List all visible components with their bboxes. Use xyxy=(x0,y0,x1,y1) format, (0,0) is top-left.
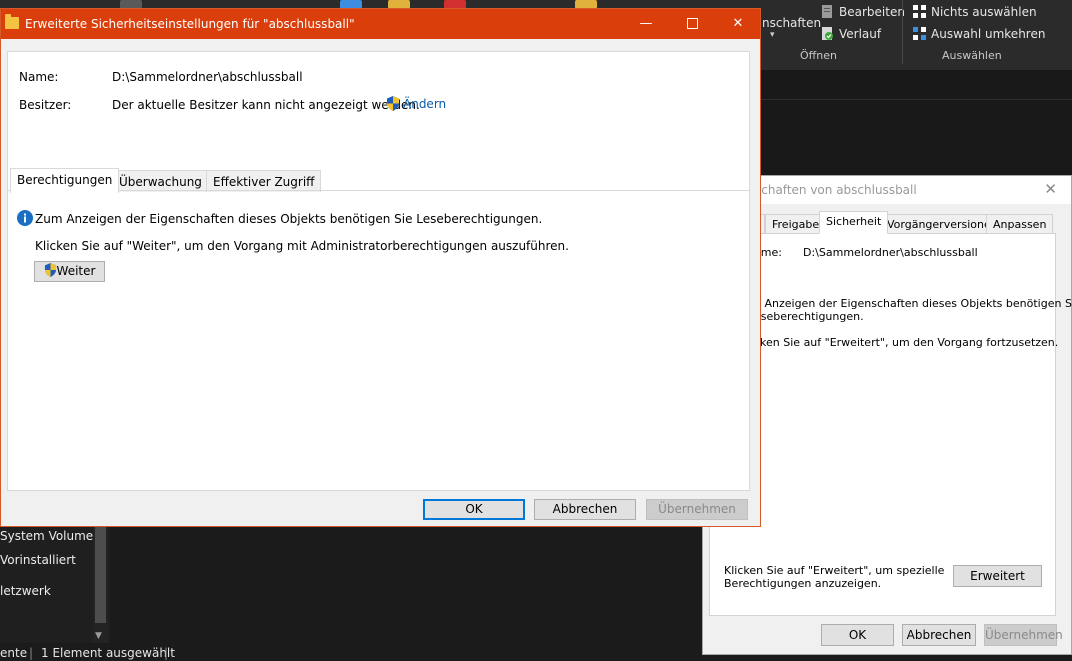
apply-button[interactable]: Übernehmen xyxy=(646,499,748,520)
edit-icon xyxy=(820,4,835,19)
continue-button[interactable]: Weiter xyxy=(34,261,105,282)
continue-hint: cken Sie auf "Erweitert", um den Vorgang… xyxy=(754,336,1059,349)
navigation-scrollbar[interactable]: ▼ xyxy=(93,527,108,643)
open-button-label: nschaften xyxy=(762,16,822,30)
name-label: Name: xyxy=(19,70,59,84)
nav-item-vorinstalliert[interactable]: Vorinstalliert xyxy=(0,553,76,567)
status-divider: | xyxy=(29,646,34,660)
status-item-count: ente xyxy=(0,646,28,660)
invert-selection-label: Auswahl umkehren xyxy=(931,26,1046,41)
ribbon-separator xyxy=(902,0,903,64)
owner-value: Der aktuelle Besitzer kann nicht angezei… xyxy=(112,98,420,112)
uac-shield-icon xyxy=(44,263,56,277)
advanced-security-dialog: Erweiterte Sicherheitseinstellungen für … xyxy=(0,8,761,527)
cancel-button[interactable]: Abbrechen xyxy=(534,499,636,520)
change-owner-link[interactable]: Ändern xyxy=(386,96,446,111)
status-selection: 1 Element ausgewählt xyxy=(41,646,175,660)
maximize-icon[interactable] xyxy=(669,9,715,39)
security-tab-page: ame: D:\Sammelordner\abschlussball n Anz… xyxy=(709,233,1072,616)
info-text: Zum Anzeigen der Eigenschaften dieses Ob… xyxy=(35,212,543,226)
select-none-label: Nichts auswählen xyxy=(931,4,1037,19)
owner-label: Besitzer: xyxy=(19,98,72,112)
ok-button[interactable]: OK xyxy=(821,624,894,646)
tab-anpassen[interactable]: Anpassen xyxy=(986,214,1054,234)
change-link-label: Ändern xyxy=(403,97,447,111)
history-icon xyxy=(820,26,835,41)
history-button[interactable]: Verlauf xyxy=(820,26,881,41)
uac-shield-icon xyxy=(387,96,399,111)
object-name-value: D:\Sammelordner\abschlussball xyxy=(803,246,978,259)
apply-button[interactable]: Übernehmen xyxy=(984,624,1063,646)
select-none-button[interactable]: Nichts auswählen xyxy=(912,4,1037,19)
advanced-title-bar: Erweiterte Sicherheitseinstellungen für … xyxy=(1,9,760,39)
advanced-title: Erweiterte Sicherheitseinstellungen für … xyxy=(25,17,355,31)
chevron-down-icon[interactable]: ▾ xyxy=(770,30,775,40)
folder-icon xyxy=(5,14,19,29)
permission-info-line1: n Anzeigen der Eigenschaften dieses Obje… xyxy=(754,297,1072,310)
advanced-button[interactable]: Erweitert xyxy=(953,565,1042,587)
advanced-content: Name: D:\Sammelordner\abschlussball Besi… xyxy=(7,51,750,491)
continue-text: Klicken Sie auf "Weiter", um den Vorgang… xyxy=(35,239,569,253)
open-group-label: Öffnen xyxy=(800,49,837,62)
tab-sicherheit[interactable]: Sicherheit xyxy=(819,211,889,234)
minimize-icon[interactable]: — xyxy=(623,9,669,39)
close-icon[interactable]: ✕ xyxy=(715,9,761,39)
invert-selection-icon xyxy=(912,26,927,41)
info-icon xyxy=(17,210,33,226)
history-label: Verlauf xyxy=(839,26,882,41)
tab-effektiver-zugriff[interactable]: Effektiver Zugriff xyxy=(206,170,322,192)
close-icon[interactable]: ✕ xyxy=(1044,180,1057,198)
edit-label: Bearbeiten xyxy=(839,4,905,19)
ok-button[interactable]: OK xyxy=(423,499,525,520)
special-permissions-line1: Klicken Sie auf "Erweitert", um speziell… xyxy=(724,564,945,577)
nav-item-network[interactable]: letzwerk xyxy=(0,584,51,598)
edit-button[interactable]: Bearbeiten xyxy=(820,4,905,19)
tab-freigabe[interactable]: Freigabe xyxy=(765,214,827,234)
properties-title: schaften von abschlussball xyxy=(755,183,917,197)
tab-ueberwachung[interactable]: Überwachung xyxy=(112,170,209,192)
select-group-label: Auswählen xyxy=(942,49,1002,62)
invert-selection-button[interactable]: Auswahl umkehren xyxy=(912,26,1045,41)
tab-berechtigungen[interactable]: Berechtigungen xyxy=(10,168,120,193)
nav-item-system-volume[interactable]: System Volume Ir xyxy=(0,529,105,543)
scrollbar-thumb[interactable] xyxy=(95,527,106,623)
cancel-button[interactable]: Abbrechen xyxy=(902,624,976,646)
continue-button-label: Weiter xyxy=(56,264,96,278)
address-bar[interactable] xyxy=(760,70,1072,100)
permission-info-line2: eseberechtigungen. xyxy=(754,310,864,323)
scroll-down-icon[interactable]: ▼ xyxy=(95,631,102,641)
file-list-area xyxy=(760,100,1072,175)
special-permissions-line2: Berechtigungen anzuzeigen. xyxy=(724,577,882,590)
info-message: Zum Anzeigen der Eigenschaften dieses Ob… xyxy=(17,210,542,226)
open-button[interactable]: nschaften xyxy=(762,16,821,30)
status-divider: | xyxy=(164,646,169,660)
select-none-icon xyxy=(912,4,927,19)
name-value: D:\Sammelordner\abschlussball xyxy=(112,70,303,84)
